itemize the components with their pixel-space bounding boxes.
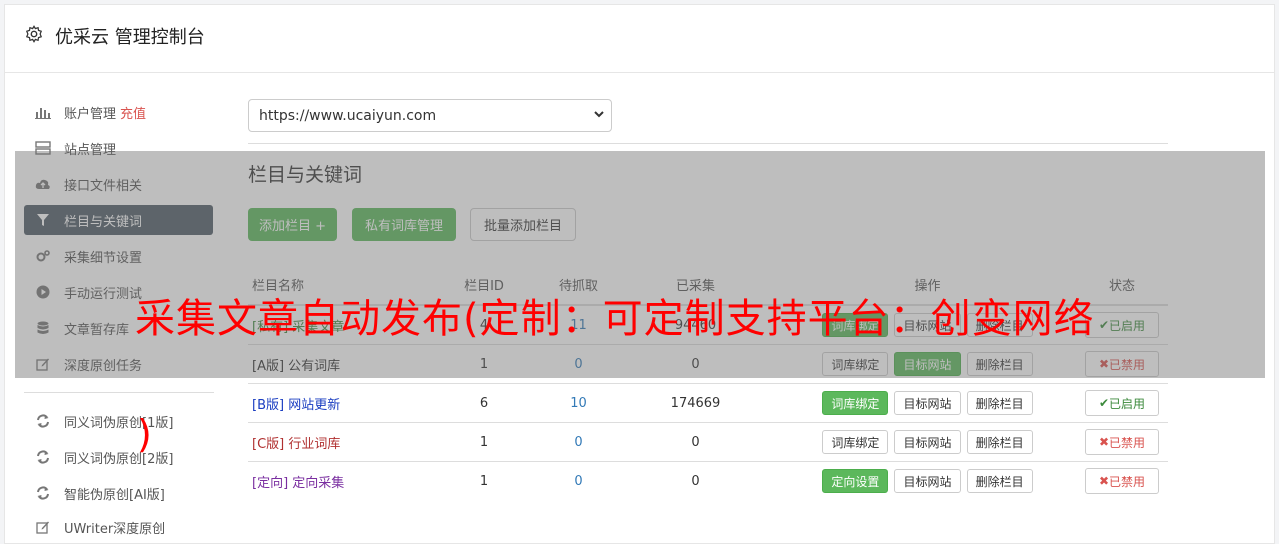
status-badge[interactable]: ✖ 已禁用 xyxy=(1085,468,1159,494)
status-label: 已禁用 xyxy=(1109,474,1146,489)
status-badge[interactable]: ✖ 已禁用 xyxy=(1085,429,1159,455)
recharge-link[interactable]: 充值 xyxy=(120,103,146,122)
table-row: [C版] 行业词库 1 0 0 词库绑定 目标网站 删除栏目 ✖ 已禁用 xyxy=(248,422,1168,462)
cross-icon: ✖ xyxy=(1098,435,1110,449)
edit-icon xyxy=(35,519,51,535)
header: 优采云 管理控制台 xyxy=(5,5,1274,73)
directed-settings-button[interactable]: 定向设置 xyxy=(822,469,889,493)
watermark-text: 采集文章自动发布(定制：可定制支持平台：创变网络 xyxy=(135,296,1095,342)
chevron-down-icon xyxy=(593,108,605,123)
column-name-link[interactable]: [C版] 行业词库 xyxy=(252,437,340,452)
sidebar-divider xyxy=(24,392,214,393)
sidebar-tool-ai[interactable]: 智能伪原创[AI版] xyxy=(24,478,213,508)
target-site-button[interactable]: 目标网站 xyxy=(894,391,961,415)
status-badge[interactable]: ✔ 已启用 xyxy=(1085,390,1159,416)
section-divider xyxy=(248,143,1168,144)
collected-count: 174669 xyxy=(612,383,779,423)
collected-count: 0 xyxy=(612,461,779,500)
bar-chart-icon xyxy=(35,104,51,120)
table-row: [B版] 网站更新 6 10 174669 词库绑定 目标网站 删除栏目 ✔ 已启… xyxy=(248,383,1168,423)
sidebar-tool-uwriter[interactable]: UWriter深度原创 xyxy=(24,512,213,542)
bind-library-button[interactable]: 词库绑定 xyxy=(822,391,889,415)
table-row: [定向] 定向采集 1 0 0 定向设置 目标网站 删除栏目 ✖ 已禁用 xyxy=(248,461,1168,500)
refresh-icon xyxy=(35,413,51,429)
refresh-icon xyxy=(35,449,51,465)
column-name-link[interactable]: [B版] 网站更新 xyxy=(252,398,340,413)
delete-column-button[interactable]: 删除栏目 xyxy=(966,469,1033,493)
status-label: 已启用 xyxy=(1109,396,1146,411)
delete-column-button[interactable]: 删除栏目 xyxy=(966,430,1033,454)
sidebar-item-label: 同义词伪原创[2版] xyxy=(64,451,174,467)
refresh-icon xyxy=(35,485,51,501)
pending-count[interactable]: 10 xyxy=(570,396,587,411)
delete-column-button[interactable]: 删除栏目 xyxy=(966,391,1033,415)
site-select-value: https://www.ucaiyun.com xyxy=(259,107,437,124)
cross-icon: ✖ xyxy=(1098,474,1110,488)
sidebar-tool-synonym-v2[interactable]: 同义词伪原创[2版] xyxy=(24,442,213,472)
sidebar-item-label: 同义词伪原创[1版] xyxy=(64,415,174,431)
sidebar-item-label: 智能伪原创[AI版] xyxy=(64,487,165,503)
collected-count: 0 xyxy=(612,422,779,462)
column-name-link[interactable]: [定向] 定向采集 xyxy=(252,476,344,491)
sidebar-item-label: 账户管理 xyxy=(64,106,117,122)
sidebar-tool-synonym-v1[interactable]: 同义词伪原创[1版] xyxy=(24,406,213,436)
target-site-button[interactable]: 目标网站 xyxy=(894,469,961,493)
site-select[interactable]: https://www.ucaiyun.com xyxy=(248,99,612,132)
app-title: 优采云 管理控制台 xyxy=(55,27,205,48)
pending-count[interactable]: 0 xyxy=(574,474,582,489)
target-site-button[interactable]: 目标网站 xyxy=(894,430,961,454)
sidebar-item-label: UWriter深度原创 xyxy=(64,521,166,537)
bind-library-button[interactable]: 词库绑定 xyxy=(822,430,889,454)
gear-icon xyxy=(25,25,43,43)
column-id: 1 xyxy=(423,461,545,500)
check-icon: ✔ xyxy=(1098,396,1110,410)
pending-count[interactable]: 0 xyxy=(574,435,582,450)
watermark-paren: ) xyxy=(137,412,152,456)
status-label: 已禁用 xyxy=(1109,435,1146,450)
sidebar-item-account[interactable]: 账户管理 充值 xyxy=(24,97,213,127)
column-id: 6 xyxy=(423,383,545,423)
column-id: 1 xyxy=(423,422,545,462)
